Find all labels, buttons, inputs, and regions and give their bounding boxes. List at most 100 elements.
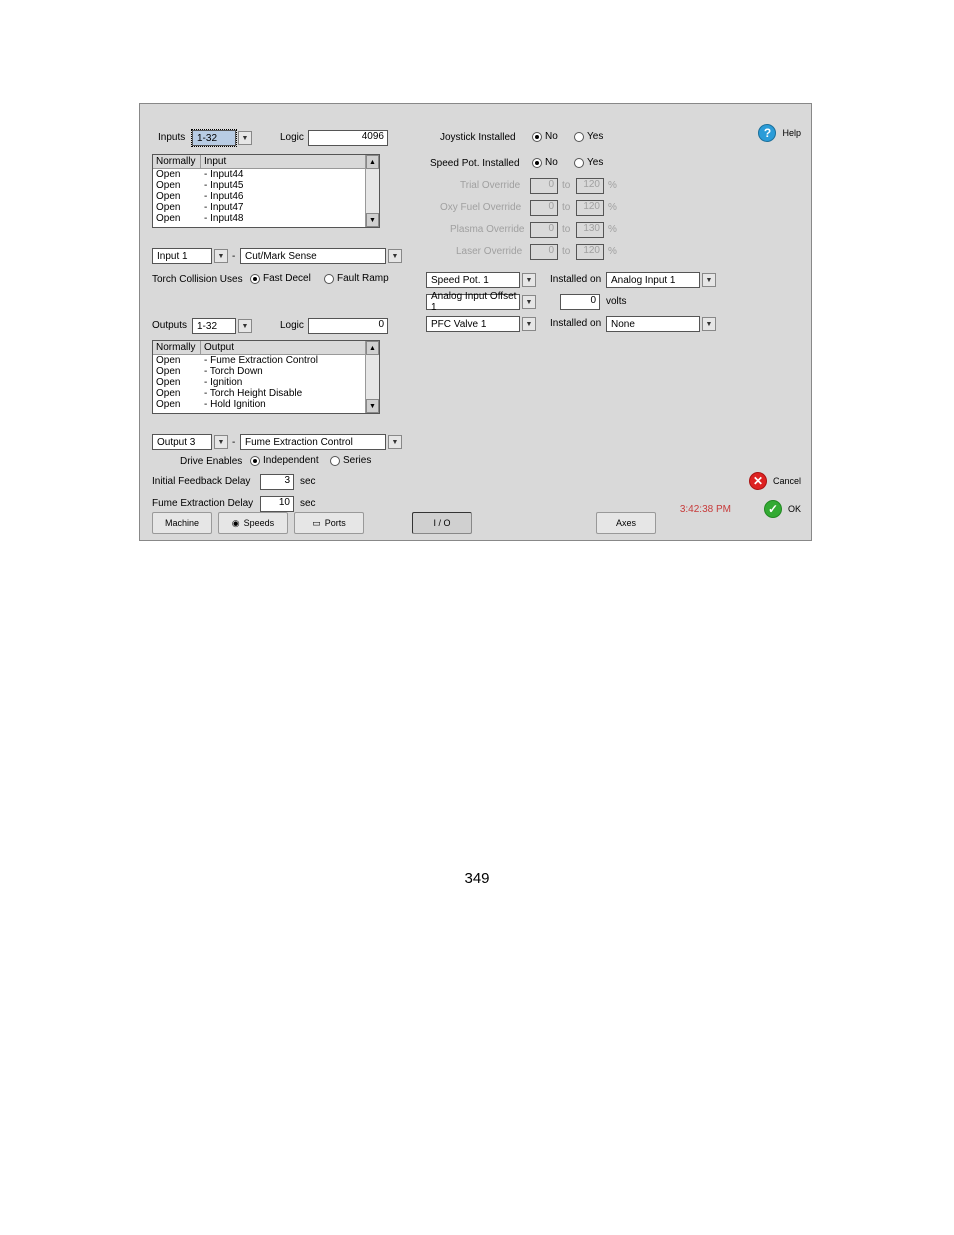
drive-series-radio[interactable]: Series: [330, 455, 371, 466]
joystick-label: Joystick Installed: [440, 132, 516, 143]
list-item: Open- Ignition: [153, 377, 379, 388]
input-map-combo[interactable]: Cut/Mark Sense: [240, 248, 386, 264]
input-map-dropdown-icon[interactable]: ▼: [388, 249, 402, 263]
laser-to-word: to: [562, 246, 570, 257]
outputs-range-combo[interactable]: 1-32: [192, 318, 236, 334]
nav-ports-button[interactable]: ▭ Ports: [294, 512, 364, 534]
outputs-logic-label: Logic: [280, 320, 304, 331]
scroll-up-icon[interactable]: ▲: [366, 341, 379, 355]
inputs-listbox[interactable]: Normally Input Open- Input44 Open- Input…: [152, 154, 380, 228]
outputs-hdr-output: Output: [201, 341, 379, 355]
inputs-logic-value[interactable]: 4096: [308, 130, 388, 146]
laser-override-label: Laser Override: [456, 246, 522, 257]
torch-collision-label: Torch Collision Uses: [152, 274, 243, 285]
oxy-pct: %: [608, 202, 617, 213]
outputs-scrollbar[interactable]: ▲ ▼: [365, 341, 379, 413]
help-button[interactable]: ? Help: [758, 124, 801, 142]
radio-dot-icon: [574, 158, 584, 168]
gauge-icon: ◉: [232, 518, 240, 529]
outputs-logic-value[interactable]: 0: [308, 318, 388, 334]
scroll-up-icon[interactable]: ▲: [366, 155, 379, 169]
initial-feedback-delay-input[interactable]: 3: [260, 474, 294, 490]
page-number: 349: [0, 870, 954, 887]
radio-dot-icon: [250, 274, 260, 284]
analog-offset-combo[interactable]: Analog Input Offset 1: [426, 294, 520, 310]
laser-to-input: 120: [576, 244, 604, 260]
inputs-logic-label: Logic: [280, 132, 304, 143]
radio-dot-icon: [532, 158, 542, 168]
inputs-range-dropdown-icon[interactable]: ▼: [238, 131, 252, 145]
trial-from-input: 0: [530, 178, 558, 194]
scroll-down-icon[interactable]: ▼: [366, 399, 379, 413]
help-icon: ?: [758, 124, 776, 142]
list-item: Open- Input46: [153, 191, 379, 202]
nav-io-button[interactable]: I / O: [412, 512, 472, 534]
output-select-combo[interactable]: Output 3: [152, 434, 212, 450]
speedpot-combo[interactable]: Speed Pot. 1: [426, 272, 520, 288]
clock-label: 3:42:38 PM: [680, 504, 731, 515]
speedpot-yes-radio[interactable]: Yes: [574, 157, 603, 168]
input-select-dropdown-icon[interactable]: ▼: [214, 249, 228, 263]
torch-fast-decel-radio[interactable]: Fast Decel: [250, 273, 311, 284]
plasma-to-input: 130: [576, 222, 604, 238]
nav-machine-button[interactable]: Machine: [152, 512, 212, 534]
analog-offset-input[interactable]: 0: [560, 294, 600, 310]
port-icon: ▭: [312, 518, 321, 529]
installed-on-dropdown-icon[interactable]: ▼: [702, 273, 716, 287]
list-item: Open- Torch Down: [153, 366, 379, 377]
ok-button[interactable]: ✓ OK: [764, 500, 801, 518]
cancel-icon: ✕: [749, 472, 767, 490]
speedpot-dropdown-icon[interactable]: ▼: [522, 273, 536, 287]
oxy-to-word: to: [562, 202, 570, 213]
inputs-hdr-input: Input: [201, 155, 379, 169]
list-item: Open- Fume Extraction Control: [153, 355, 379, 366]
drive-independent-radio[interactable]: Independent: [250, 455, 319, 466]
dash-sep: -: [232, 251, 235, 262]
oxy-to-input: 120: [576, 200, 604, 216]
fed-unit: sec: [300, 498, 316, 509]
plasma-to-word: to: [562, 224, 570, 235]
list-item: Open- Input48: [153, 213, 379, 224]
inputs-label: Inputs: [158, 132, 185, 143]
io-config-window: Inputs 1-32 ▼ Logic 4096 Normally Input …: [139, 103, 812, 541]
outputs-label: Outputs: [152, 320, 187, 331]
laser-from-input: 0: [530, 244, 558, 260]
pfc-installed-on-combo[interactable]: None: [606, 316, 700, 332]
scroll-down-icon[interactable]: ▼: [366, 213, 379, 227]
output-map-dropdown-icon[interactable]: ▼: [388, 435, 402, 449]
pfc-valve-combo[interactable]: PFC Valve 1: [426, 316, 520, 332]
ifd-unit: sec: [300, 476, 316, 487]
radio-dot-icon: [250, 456, 260, 466]
fume-extraction-delay-input[interactable]: 10: [260, 496, 294, 512]
list-item: Open- Input44: [153, 169, 379, 180]
list-item: Open- Torch Height Disable: [153, 388, 379, 399]
torch-fault-ramp-radio[interactable]: Fault Ramp: [324, 273, 389, 284]
cancel-button[interactable]: ✕ Cancel: [749, 472, 801, 490]
outputs-range-dropdown-icon[interactable]: ▼: [238, 319, 252, 333]
nav-speeds-button[interactable]: ◉ Speeds: [218, 512, 288, 534]
outputs-listbox[interactable]: Normally Output Open- Fume Extraction Co…: [152, 340, 380, 414]
nav-axes-button[interactable]: Axes: [596, 512, 656, 534]
pfc-installed-on-label: Installed on: [550, 318, 601, 329]
list-item: Open- Hold Ignition: [153, 399, 379, 410]
pfc-valve-dropdown-icon[interactable]: ▼: [522, 317, 536, 331]
dash-sep: -: [232, 437, 235, 448]
trial-pct: %: [608, 180, 617, 191]
inputs-scrollbar[interactable]: ▲ ▼: [365, 155, 379, 227]
output-select-dropdown-icon[interactable]: ▼: [214, 435, 228, 449]
installed-on-combo[interactable]: Analog Input 1: [606, 272, 700, 288]
analog-offset-dropdown-icon[interactable]: ▼: [522, 295, 536, 309]
joystick-yes-radio[interactable]: Yes: [574, 131, 603, 142]
trial-override-label: Trial Override: [460, 180, 520, 191]
output-map-combo[interactable]: Fume Extraction Control: [240, 434, 386, 450]
speedpot-no-radio[interactable]: No: [532, 157, 558, 168]
pfc-installed-on-dropdown-icon[interactable]: ▼: [702, 317, 716, 331]
inputs-range-combo[interactable]: 1-32: [192, 130, 236, 146]
plasma-from-input: 0: [530, 222, 558, 238]
joystick-no-radio[interactable]: No: [532, 131, 558, 142]
radio-dot-icon: [574, 132, 584, 142]
speedpot-installed-label: Speed Pot. Installed: [430, 158, 520, 169]
inputs-hdr-normally: Normally: [153, 155, 201, 169]
radio-dot-icon: [324, 274, 334, 284]
input-select-combo[interactable]: Input 1: [152, 248, 212, 264]
